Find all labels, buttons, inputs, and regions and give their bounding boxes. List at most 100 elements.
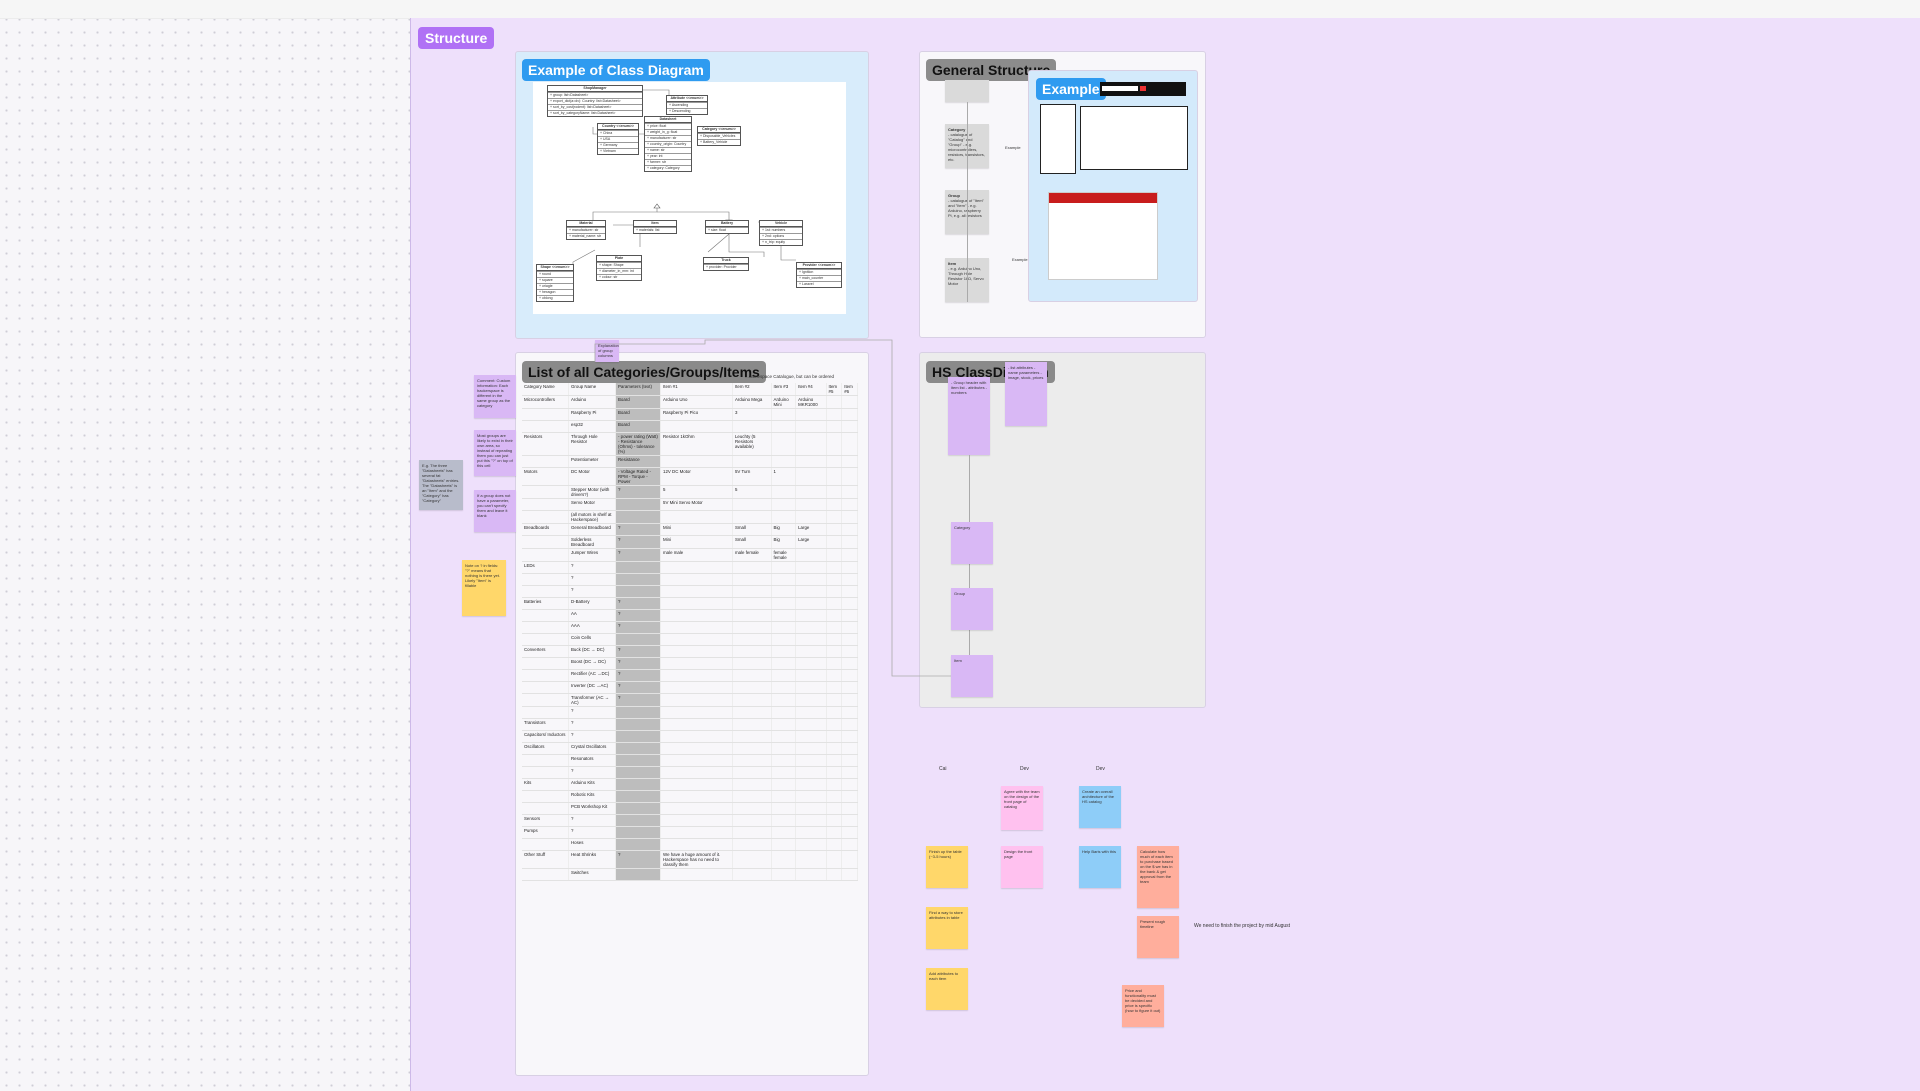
table-cell[interactable]: Through Hole Resistor [568, 432, 616, 456]
table-cell[interactable] [841, 455, 858, 468]
board-note-pink-2[interactable]: Design the front page [1001, 846, 1043, 888]
table-cell[interactable] [795, 455, 827, 468]
table-cell[interactable] [826, 730, 843, 743]
table-row[interactable]: Rectifier (AC →DC)? [522, 669, 858, 682]
table-cell[interactable]: Board [615, 395, 661, 409]
table-cell[interactable]: PCB Workshop Kit [568, 802, 616, 815]
table-cell[interactable] [795, 510, 827, 524]
table-cell[interactable]: 12V DC Motor [660, 467, 733, 486]
table-cell[interactable] [522, 485, 569, 499]
table-row[interactable]: AA? [522, 609, 858, 622]
table-cell[interactable] [771, 408, 797, 421]
side-note-purple-3[interactable]: If a group does not have a parameter, yo… [474, 490, 516, 532]
table-cell[interactable] [615, 510, 661, 524]
hs-card-top-2[interactable]: - list attributes - name parameters - im… [1005, 362, 1047, 426]
table-cell[interactable] [732, 718, 772, 731]
table-cell[interactable] [826, 778, 843, 791]
table-row[interactable]: Coin Cells [522, 633, 858, 646]
table-cell[interactable] [795, 498, 827, 511]
table-cell[interactable] [841, 850, 858, 869]
table-cell[interactable]: DC Motor [568, 467, 616, 486]
table-cell[interactable] [660, 585, 733, 598]
table-cell[interactable] [795, 802, 827, 815]
table-cell[interactable]: esp32 [568, 420, 616, 433]
table-row[interactable]: AAA? [522, 621, 858, 634]
table-cell[interactable] [795, 778, 827, 791]
table-cell[interactable] [522, 408, 569, 421]
table-row[interactable]: Stepper Motor (with drivers?)? 5 5 [522, 485, 858, 499]
table-cell[interactable] [841, 645, 858, 658]
table-cell[interactable] [841, 802, 858, 815]
table-cell[interactable] [841, 548, 858, 562]
table-cell[interactable]: AA [568, 609, 616, 622]
table-cell[interactable] [522, 548, 569, 562]
table-cell[interactable] [522, 790, 569, 803]
table-cell[interactable]: Breadboards [522, 523, 569, 536]
table-cell[interactable] [771, 585, 797, 598]
table-row[interactable]: Sensors? [522, 814, 858, 827]
table-cell[interactable] [841, 657, 858, 670]
table-cell[interactable] [660, 730, 733, 743]
table-cell[interactable]: ? [615, 548, 661, 562]
table-cell[interactable] [615, 633, 661, 646]
table-cell[interactable] [660, 706, 733, 719]
table-cell[interactable] [522, 693, 569, 707]
table-row[interactable]: Inverter (DC →AC)? [522, 681, 858, 694]
table-cell[interactable] [732, 766, 772, 779]
table-cell[interactable]: Microcontrollers [522, 395, 569, 409]
table-row[interactable]: Breadboards General Breadboard? Mini Small B… [522, 523, 858, 536]
table-cell[interactable] [826, 561, 843, 574]
table-cell[interactable]: Leuchty (5 Resistors available) [732, 432, 772, 456]
table-cell[interactable] [795, 730, 827, 743]
table-cell[interactable]: Rectifier (AC →DC) [568, 669, 616, 682]
categories-table[interactable]: Category Name Group Name Parameters (tex… [522, 383, 858, 881]
table-cell[interactable] [826, 669, 843, 682]
table-cell[interactable] [841, 790, 858, 803]
table-cell[interactable] [660, 754, 733, 767]
table-cell[interactable]: ? [568, 766, 616, 779]
table-row[interactable]: Solderless Breadboard? Mini Small Big Large [522, 535, 858, 549]
table-cell[interactable]: Arduino Mini [771, 395, 797, 409]
table-cell[interactable]: Transistors [522, 718, 569, 731]
table-cell[interactable] [826, 485, 843, 499]
table-cell[interactable]: Buck (DC → DC) [568, 645, 616, 658]
table-cell[interactable] [615, 585, 661, 598]
table-cell[interactable]: ? [568, 718, 616, 731]
table-cell[interactable] [826, 657, 843, 670]
table-cell[interactable]: Potentiometer [568, 455, 616, 468]
table-cell[interactable] [732, 802, 772, 815]
side-note-yellow-1[interactable]: Note on ? in fields: "?" means that noth… [462, 560, 506, 616]
table-cell[interactable] [771, 561, 797, 574]
table-cell[interactable] [795, 485, 827, 499]
table-cell[interactable] [841, 510, 858, 524]
table-cell[interactable] [660, 826, 733, 839]
table-cell[interactable] [732, 850, 772, 869]
table-cell[interactable]: 5V Turn [732, 467, 772, 486]
table-cell[interactable]: Board [615, 408, 661, 421]
table-cell[interactable]: LEDs [522, 561, 569, 574]
side-note-purple-1[interactable]: Comment: Custom information: Each hacker… [474, 375, 516, 418]
table-cell[interactable]: 3 [732, 408, 772, 421]
table-cell[interactable]: Resistors [522, 432, 569, 456]
table-cell[interactable]: ? [568, 585, 616, 598]
table-cell[interactable]: Stepper Motor (with drivers?) [568, 485, 616, 499]
table-cell[interactable] [732, 561, 772, 574]
table-cell[interactable] [826, 432, 843, 456]
table-row[interactable]: Kits Arduino Kits [522, 778, 858, 791]
table-cell[interactable] [615, 838, 661, 851]
board-note-salmon-1[interactable]: Calculate how much of each item to purch… [1137, 846, 1179, 908]
table-cell[interactable] [660, 609, 733, 622]
table-cell[interactable]: ? [615, 523, 661, 536]
table-cell[interactable] [841, 669, 858, 682]
table-cell[interactable] [615, 742, 661, 755]
table-row[interactable]: Pumps? [522, 826, 858, 839]
table-cell[interactable] [826, 868, 843, 881]
table-cell[interactable] [795, 561, 827, 574]
board-note-yellow-2[interactable]: Find a way to store attributes in table [926, 907, 968, 949]
board-note-blue-2[interactable]: Help Baris with this [1079, 846, 1121, 888]
table-row[interactable]: Transistors? [522, 718, 858, 731]
table-cell[interactable] [615, 778, 661, 791]
table-row[interactable]: Jumper Wires? male male male female female … [522, 548, 858, 562]
board-note-blue-1[interactable]: Create an overall architecture of the HS… [1079, 786, 1121, 828]
table-cell[interactable] [826, 408, 843, 421]
